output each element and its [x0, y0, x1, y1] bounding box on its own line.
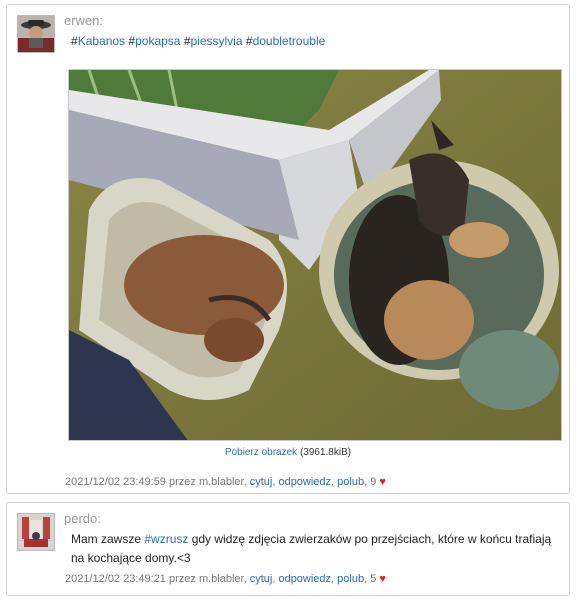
avatar-image: [18, 16, 54, 52]
reply-link[interactable]: odpowiedz: [278, 573, 331, 585]
hashtag-link[interactable]: Kabanos: [78, 34, 125, 48]
post-hashtags: #Kabanos #pokapsa #piessylvia #doubletro…: [71, 34, 326, 48]
hashtag-link[interactable]: doubletrouble: [253, 34, 326, 48]
dogs-photo: [69, 70, 561, 440]
post-image-dogs[interactable]: [68, 69, 562, 441]
avatar-image: [18, 514, 54, 550]
post-meta: 2021/12/02 23:49:59 przez m.blabler, cyt…: [65, 476, 386, 488]
image-download: Pobierz obrazek (3961.8kiB): [7, 447, 569, 458]
image-size: (3961.8kiB): [299, 447, 352, 458]
reply-link[interactable]: odpowiedz: [278, 476, 331, 488]
post-author[interactable]: erwen:: [64, 13, 103, 28]
like-count: 5: [370, 573, 377, 585]
like-link[interactable]: polub: [337, 476, 364, 488]
hashtag-link[interactable]: pokapsa: [135, 34, 180, 48]
post-perdo: perdo: Mam zawsze #wzrusz gdy widzę zdję…: [6, 502, 570, 596]
post-meta: 2021/12/02 23:49:21 przez m.blabler, cyt…: [65, 573, 386, 585]
hashtag-link[interactable]: piessylvia: [191, 34, 243, 48]
post-text: Mam zawsze #wzrusz gdy widzę zdjęcia zwi…: [71, 532, 552, 565]
post-timestamp: 2021/12/02 23:49:21 przez m.blabler,: [65, 573, 247, 585]
post-author[interactable]: perdo:: [64, 511, 101, 526]
download-image-link[interactable]: Pobierz obrazek: [225, 447, 297, 458]
quote-link[interactable]: cytuj: [250, 476, 273, 488]
heart-icon: ♥: [379, 476, 386, 488]
avatar-perdo[interactable]: [17, 513, 55, 551]
post-timestamp: 2021/12/02 23:49:59 przez m.blabler,: [65, 476, 247, 488]
post-erwen: erwen: #Kabanos #pokapsa #piessylvia #do…: [6, 4, 570, 494]
quote-link[interactable]: cytuj: [250, 573, 273, 585]
heart-icon: ♥: [379, 573, 386, 585]
like-link[interactable]: polub: [337, 573, 364, 585]
avatar-erwen[interactable]: [17, 15, 55, 53]
like-count: 9: [370, 476, 377, 488]
hashtag-link[interactable]: #wzrusz: [144, 532, 188, 546]
